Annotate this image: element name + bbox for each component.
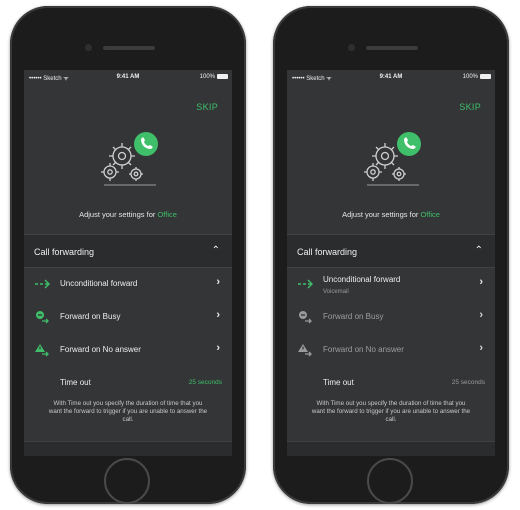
chevron-right-icon[interactable]: ›: [216, 276, 220, 288]
timeout-label: Time out: [323, 378, 354, 387]
battery-indicator: 100%: [200, 74, 228, 80]
chevron-up-icon[interactable]: ⌃: [475, 245, 483, 256]
chevron-right-icon[interactable]: ›: [479, 276, 483, 288]
bottom-bar: [24, 441, 232, 456]
no-answer-icon: [298, 344, 312, 357]
chevron-up-icon[interactable]: ⌃: [212, 245, 220, 256]
adjust-prefix: Adjust your settings for: [79, 210, 158, 219]
timeout-description: With Time out you specify the duration o…: [311, 400, 471, 423]
timeout-value[interactable]: 25 seconds: [452, 379, 485, 386]
chevron-right-icon[interactable]: ›: [479, 342, 483, 354]
call-forwarding-header[interactable]: Call forwarding ⌃: [287, 234, 495, 268]
timeout-value[interactable]: 25 seconds: [189, 379, 222, 386]
call-forwarding-header[interactable]: Call forwarding ⌃: [24, 234, 232, 268]
settings-gears-icon: [101, 132, 158, 186]
skip-button[interactable]: SKIP: [196, 102, 218, 112]
row-unconditional-forward[interactable]: Unconditional forward ›: [24, 268, 232, 300]
row-forward-busy[interactable]: Forward on Busy ›: [24, 301, 232, 333]
chevron-right-icon[interactable]: ›: [216, 342, 220, 354]
forward-arrow-icon: [298, 279, 313, 289]
phone-left: •••••• Sketch ᯤ 9:41 AM 100% SKIP Adjust…: [10, 6, 246, 504]
battery-icon: [217, 74, 228, 79]
chevron-right-icon[interactable]: ›: [479, 309, 483, 321]
timeout-label: Time out: [60, 378, 91, 387]
section-title: Call forwarding: [34, 247, 95, 257]
adjust-settings-text: Adjust your settings for Office: [24, 210, 232, 219]
no-answer-icon: [35, 344, 49, 357]
timeout-description: With Time out you specify the duration o…: [48, 400, 208, 423]
phone-right: •••••• Sketch ᯤ 9:41 AM 100% SKIP Adjust…: [273, 6, 509, 504]
chevron-right-icon[interactable]: ›: [216, 309, 220, 321]
battery-icon: [480, 74, 491, 79]
timeout-row[interactable]: Time out 25 seconds: [287, 376, 495, 392]
busy-icon: [299, 311, 312, 324]
status-bar: •••••• Sketch ᯤ 9:41 AM 100%: [287, 70, 495, 84]
battery-text: 100%: [199, 74, 215, 81]
home-button[interactable]: [104, 458, 150, 504]
row-label: Forward on Busy: [60, 312, 121, 321]
home-button[interactable]: [367, 458, 413, 504]
busy-icon: [36, 311, 49, 324]
camera: [348, 44, 355, 51]
status-bar: •••••• Sketch ᯤ 9:41 AM 100%: [24, 70, 232, 84]
settings-gears-icon: [364, 132, 421, 186]
forward-arrow-icon: [35, 279, 50, 289]
adjust-settings-text: Adjust your settings for Office: [287, 210, 495, 219]
row-forward-no-answer[interactable]: Forward on No answer ›: [24, 334, 232, 366]
timeout-row[interactable]: Time out 25 seconds: [24, 376, 232, 392]
row-unconditional-forward[interactable]: Unconditional forward Voicemail ›: [287, 268, 495, 300]
adjust-prefix: Adjust your settings for: [342, 210, 421, 219]
speaker: [366, 46, 418, 50]
camera: [85, 44, 92, 51]
row-forward-busy[interactable]: Forward on Busy ›: [287, 301, 495, 333]
screen: •••••• Sketch ᯤ 9:41 AM 100% SKIP Adjust…: [24, 70, 232, 456]
row-label: Forward on Busy: [323, 312, 384, 321]
bottom-bar: [287, 441, 495, 456]
skip-button[interactable]: SKIP: [459, 102, 481, 112]
speaker: [103, 46, 155, 50]
adjust-target-link[interactable]: Office: [420, 210, 439, 219]
row-sublabel: Voicemail: [323, 289, 349, 295]
row-label: Forward on No answer: [323, 345, 404, 354]
section-title: Call forwarding: [297, 247, 358, 257]
battery-text: 100%: [462, 74, 478, 81]
screen: •••••• Sketch ᯤ 9:41 AM 100% SKIP Adjust…: [287, 70, 495, 456]
row-forward-no-answer[interactable]: Forward on No answer ›: [287, 334, 495, 366]
row-label: Forward on No answer: [60, 345, 141, 354]
row-label: Unconditional forward: [323, 275, 401, 284]
adjust-target-link[interactable]: Office: [157, 210, 176, 219]
row-label: Unconditional forward: [60, 279, 138, 288]
battery-indicator: 100%: [463, 74, 491, 80]
